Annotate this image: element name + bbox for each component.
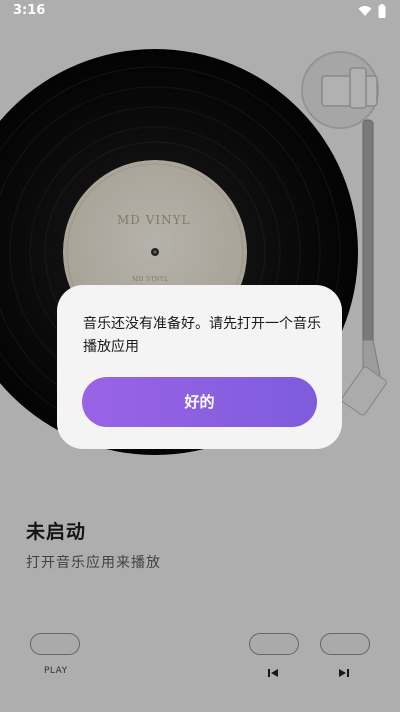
status-icons [358,4,386,18]
dialog-message: 音乐还没有准备好。请先打开一个音乐播放应用 [83,316,321,355]
battery-icon [378,4,386,18]
status-time: 3:16 [13,3,46,18]
wifi-icon [358,6,372,16]
status-bar: 3:16 [0,0,400,24]
alert-dialog: 音乐还没有准备好。请先打开一个音乐播放应用 好的 [57,285,342,449]
ok-button[interactable]: 好的 [82,377,317,427]
